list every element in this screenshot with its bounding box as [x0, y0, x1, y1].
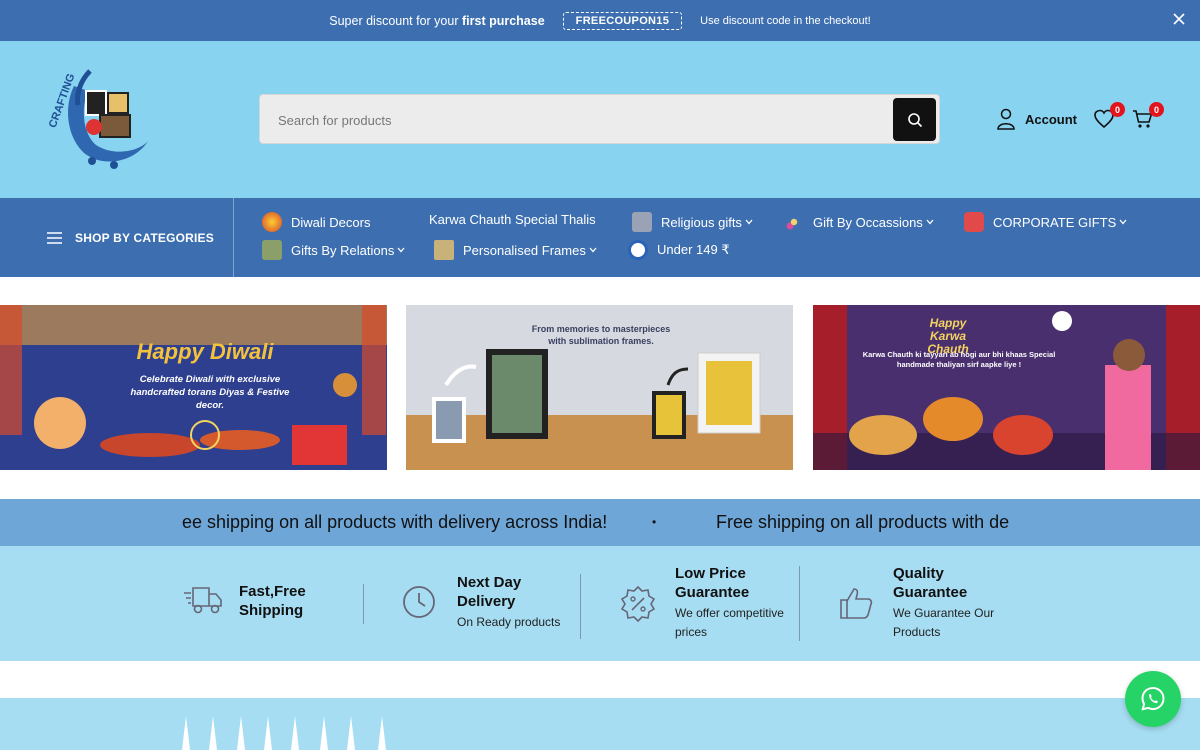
- frames-banner-text: with sublimation frames.: [548, 336, 654, 346]
- user-icon: [997, 108, 1015, 130]
- wishlist-button[interactable]: 0: [1093, 102, 1125, 132]
- feature-next-day-delivery: Next Day Delivery On Ready products: [402, 573, 560, 632]
- site-logo[interactable]: CRAFTING: [44, 61, 154, 171]
- karwa-banner-text: Karwa Chauth ki tayyari ab hogi aur bhi …: [862, 350, 1056, 369]
- announcement-note: Use discount code in the checkout!: [700, 14, 871, 27]
- feature-low-price: Low Price Guarantee We offer competitive…: [619, 564, 784, 642]
- features-strip: Fast,Free Shipping Next Day Delivery On …: [0, 546, 1200, 661]
- nav-item-corporate-gifts[interactable]: CORPORATE GIFTS: [964, 212, 1127, 232]
- chevron-down-icon: [397, 247, 405, 253]
- karwa-chauth-banner-art: [813, 305, 1200, 470]
- cart-button[interactable]: 0: [1132, 102, 1164, 132]
- feature-subtitle: prices: [675, 625, 708, 639]
- nav-item-under-149[interactable]: Under 149 ₹: [628, 240, 730, 260]
- feature-divider: [580, 574, 581, 639]
- nav-item-label: Personalised Frames: [463, 242, 586, 258]
- whatsapp-icon: [1141, 686, 1165, 711]
- feature-divider: [799, 566, 800, 641]
- coupon-code[interactable]: FREECOUPON15: [562, 11, 683, 30]
- chevron-down-icon: [926, 219, 934, 225]
- nav-item-diwali-decors[interactable]: Diwali Decors: [262, 212, 370, 232]
- nav-item-label: CORPORATE GIFTS: [993, 214, 1117, 230]
- whatsapp-chat-button[interactable]: [1125, 671, 1181, 727]
- feature-title: Quality: [893, 565, 944, 582]
- discount-badge-icon: [620, 585, 656, 623]
- search-icon: [907, 112, 922, 127]
- announcement-bar: Super discount for your first purchase F…: [0, 0, 1200, 41]
- chevron-down-icon: [589, 247, 597, 253]
- diya-icon: [262, 212, 282, 232]
- feature-title: Next Day: [457, 574, 522, 591]
- frame-icon: [434, 240, 454, 260]
- marquee-text: ee shipping on all products with deliver…: [182, 512, 608, 532]
- diwali-banner-text: Celebrate Diwali with exclusive handcraf…: [130, 374, 290, 411]
- nav-item-personalised-frames[interactable]: Personalised Frames: [434, 240, 597, 260]
- menu-icon: [47, 231, 62, 244]
- price-tag-icon: [628, 240, 648, 260]
- clock-icon: [403, 586, 435, 618]
- categories-label: SHOP BY CATEGORIES: [75, 230, 214, 245]
- announcement-bold: first purchase: [462, 13, 545, 28]
- feature-divider: [363, 584, 364, 624]
- nav-item-label: Gifts By Relations: [291, 242, 395, 258]
- main-nav: SHOP BY CATEGORIES Diwali Decors Karwa C…: [0, 198, 1200, 277]
- feature-title: Shipping: [239, 602, 304, 619]
- account-link[interactable]: Account: [996, 108, 1077, 130]
- feature-fast-shipping: Fast,Free Shipping: [183, 582, 306, 620]
- wishlist-count-badge: 0: [1110, 102, 1125, 117]
- search-button[interactable]: [893, 98, 936, 141]
- feature-subtitle: Products: [893, 625, 941, 639]
- feature-subtitle: We offer competitive: [675, 606, 784, 620]
- marquee-separator: •: [652, 515, 657, 529]
- nav-item-karwa-chauth-thalis[interactable]: Karwa Chauth Special Thalis: [429, 212, 596, 227]
- marquee-text: Free shipping on all products with de: [716, 512, 1010, 532]
- nav-item-label: Under 149 ₹: [657, 242, 730, 257]
- feature-subtitle: We Guarantee Our: [893, 606, 995, 620]
- feature-subtitle: On Ready products: [457, 615, 561, 629]
- nav-item-label: Religious gifts: [661, 214, 742, 230]
- banner-karwa-chauth[interactable]: Happy Karwa Chauth Karwa Chauth ki tayya…: [813, 305, 1200, 470]
- nav-item-gift-by-occasions[interactable]: Gift By Occassions: [784, 212, 934, 232]
- nav-item-label: Gift By Occassions: [813, 214, 923, 230]
- site-header: CRAFTING Account 0 0: [0, 41, 1200, 198]
- nav-item-gifts-by-relations[interactable]: Gifts By Relations: [262, 240, 405, 260]
- feature-title: Guarantee: [893, 584, 968, 601]
- feature-title: Guarantee: [675, 584, 750, 601]
- decorative-spikes-more: [264, 716, 386, 750]
- next-section-preview: [0, 698, 1200, 750]
- feature-quality: Quality Guarantee We Guarantee Our Produ…: [838, 564, 994, 642]
- banner-frames[interactable]: From memories to masterpieces with subli…: [406, 305, 793, 470]
- thumbs-up-icon: [840, 588, 873, 619]
- announcement-message: Super discount for your first purchase: [329, 14, 544, 28]
- feature-title: Delivery: [457, 593, 516, 610]
- shipping-marquee: ee shipping on all products with deliver…: [0, 499, 1200, 546]
- nav-item-religious-gifts[interactable]: Religious gifts: [632, 212, 753, 232]
- chevron-down-icon: [745, 219, 753, 225]
- truck-icon: [184, 587, 222, 614]
- banner-diwali[interactable]: Happy Diwali Celebrate Diwali with exclu…: [0, 305, 387, 470]
- announcement-prefix: Super discount for your: [329, 13, 459, 28]
- nav-item-label: Diwali Decors: [291, 214, 371, 230]
- nav-item-label: Karwa Chauth Special Thalis: [429, 212, 596, 227]
- temple-icon: [632, 212, 652, 232]
- search-bar: [259, 94, 940, 144]
- gift-box-icon: [964, 212, 984, 232]
- close-icon[interactable]: [1172, 12, 1186, 26]
- feature-title: Low Price: [675, 565, 746, 582]
- account-label: Account: [1025, 111, 1077, 127]
- chevron-down-icon: [1119, 219, 1127, 225]
- feature-title: Fast,Free: [239, 583, 306, 600]
- frames-banner-heading: From memories to masterpieces: [531, 324, 671, 334]
- shop-by-categories-button[interactable]: SHOP BY CATEGORIES: [0, 198, 234, 277]
- search-input[interactable]: [278, 107, 878, 133]
- diwali-banner-heading: Happy Diwali: [136, 339, 274, 364]
- marquee-track: ee shipping on all products with deliver…: [182, 499, 1018, 546]
- family-icon: [262, 240, 282, 260]
- cart-count-badge: 0: [1149, 102, 1164, 117]
- sparkle-icon: [784, 212, 804, 232]
